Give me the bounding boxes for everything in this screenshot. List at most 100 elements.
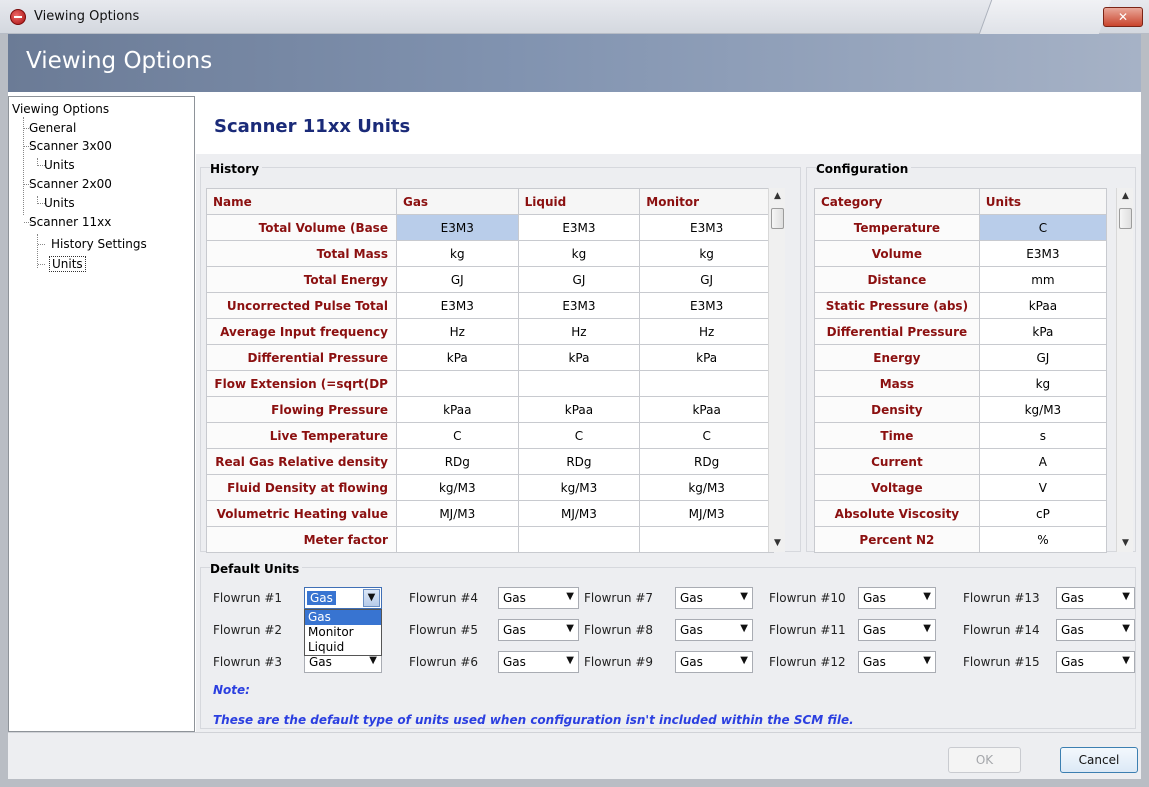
history-unit-cell[interactable] — [395, 370, 519, 397]
history-unit-cell[interactable]: GJ — [517, 266, 641, 293]
chevron-down-icon[interactable]: ▼ — [566, 655, 574, 666]
history-unit-cell[interactable]: MJ/M3 — [517, 500, 641, 527]
history-unit-cell[interactable]: kg/M3 — [517, 474, 641, 501]
chevron-down-icon[interactable]: ▼ — [363, 589, 380, 607]
history-unit-cell[interactable]: E3M3 — [639, 214, 774, 241]
chevron-down-icon[interactable]: ▼ — [1122, 623, 1130, 634]
history-unit-cell[interactable]: kg/M3 — [639, 474, 774, 501]
flowrun-unit-select[interactable]: Gas ▼ — [1056, 651, 1135, 673]
dropdown-option[interactable]: Monitor — [305, 625, 381, 640]
history-unit-cell[interactable] — [517, 370, 641, 397]
history-scrollbar[interactable]: ▲ ▼ — [768, 188, 785, 552]
configuration-unit-cell[interactable]: s — [978, 422, 1108, 449]
configuration-unit-cell[interactable]: V — [978, 474, 1108, 501]
configuration-unit-cell[interactable]: E3M3 — [978, 240, 1108, 267]
history-unit-cell[interactable]: kPa — [395, 344, 519, 371]
scroll-down-arrow-icon[interactable]: ▼ — [1117, 535, 1134, 552]
dropdown-option[interactable]: Liquid — [305, 640, 381, 655]
history-unit-cell[interactable]: GJ — [639, 266, 774, 293]
flowrun-unit-select[interactable]: Gas ▼ — [498, 587, 579, 609]
history-unit-cell[interactable]: kPaa — [517, 396, 641, 423]
scroll-up-arrow-icon[interactable]: ▲ — [1117, 188, 1134, 205]
history-unit-cell[interactable]: MJ/M3 — [639, 500, 774, 527]
tree-item-scanner-11xx-units[interactable]: Units — [49, 256, 86, 272]
history-unit-cell[interactable]: Hz — [639, 318, 774, 345]
history-unit-cell[interactable]: kPaa — [639, 396, 774, 423]
flowrun-unit-select[interactable]: Gas ▼ — [858, 651, 936, 673]
history-unit-cell[interactable]: RDg — [395, 448, 519, 475]
history-column-header[interactable]: Gas — [395, 188, 519, 215]
dropdown-option[interactable]: Gas — [305, 610, 381, 625]
flowrun-unit-select[interactable]: Gas ▼ — [675, 651, 753, 673]
configuration-unit-cell[interactable]: kg — [978, 370, 1108, 397]
flowrun-unit-select[interactable]: Gas ▼ — [675, 619, 753, 641]
configuration-unit-cell[interactable]: kPa — [978, 318, 1108, 345]
configuration-unit-cell[interactable]: kg/M3 — [978, 396, 1108, 423]
history-unit-cell[interactable]: E3M3 — [395, 214, 519, 241]
history-unit-cell[interactable]: kg — [395, 240, 519, 267]
history-unit-cell[interactable]: Hz — [517, 318, 641, 345]
configuration-unit-cell[interactable]: GJ — [978, 344, 1108, 371]
cancel-button[interactable]: Cancel — [1060, 747, 1138, 773]
history-unit-cell[interactable]: RDg — [639, 448, 774, 475]
history-unit-cell[interactable]: kPa — [639, 344, 774, 371]
history-unit-cell[interactable]: C — [517, 422, 641, 449]
chevron-down-icon[interactable]: ▼ — [1122, 655, 1130, 666]
flowrun-unit-select[interactable]: Gas ▼ — [858, 619, 936, 641]
chevron-down-icon[interactable]: ▼ — [923, 655, 931, 666]
flowrun-unit-select[interactable]: Gas ▼ — [1056, 619, 1135, 641]
close-button[interactable]: ✕ — [1103, 7, 1143, 27]
history-unit-cell[interactable]: kPa — [517, 344, 641, 371]
flowrun-unit-select[interactable]: Gas ▼ — [498, 651, 579, 673]
chevron-down-icon[interactable]: ▼ — [566, 591, 574, 602]
scroll-thumb[interactable] — [771, 208, 784, 229]
history-unit-cell[interactable] — [639, 370, 774, 397]
configuration-scrollbar[interactable]: ▲ ▼ — [1116, 188, 1133, 552]
configuration-unit-cell[interactable]: A — [978, 448, 1108, 475]
history-unit-cell[interactable]: C — [395, 422, 519, 449]
tree-item-scanner-2x00-units[interactable]: Units — [44, 196, 75, 210]
ok-button[interactable]: OK — [948, 747, 1021, 773]
chevron-down-icon[interactable]: ▼ — [740, 623, 748, 634]
history-unit-cell[interactable]: E3M3 — [639, 292, 774, 319]
chevron-down-icon[interactable]: ▼ — [923, 591, 931, 602]
tree-item-scanner-11xx[interactable]: Scanner 11xx — [29, 215, 111, 229]
history-unit-cell[interactable]: C — [639, 422, 774, 449]
configuration-unit-cell[interactable]: kPaa — [978, 292, 1108, 319]
history-unit-cell[interactable]: E3M3 — [517, 214, 641, 241]
flowrun-unit-select[interactable]: Gas ▼ — [498, 619, 579, 641]
history-unit-cell[interactable] — [395, 526, 519, 553]
configuration-unit-cell[interactable]: cP — [978, 500, 1108, 527]
history-unit-cell[interactable] — [517, 526, 641, 553]
flowrun-unit-select[interactable]: Gas ▼ — [304, 587, 382, 609]
chevron-down-icon[interactable]: ▼ — [566, 623, 574, 634]
history-unit-cell[interactable]: kPaa — [395, 396, 519, 423]
history-unit-cell[interactable]: GJ — [395, 266, 519, 293]
flowrun-unit-select[interactable]: Gas ▼ — [1056, 587, 1135, 609]
history-unit-cell[interactable]: kg — [639, 240, 774, 267]
chevron-down-icon[interactable]: ▼ — [1122, 591, 1130, 602]
tree-item-scanner-3x00-units[interactable]: Units — [44, 158, 75, 172]
configuration-column-header[interactable]: Category — [814, 188, 980, 215]
configuration-unit-cell[interactable]: % — [978, 526, 1108, 553]
history-unit-cell[interactable]: kg/M3 — [395, 474, 519, 501]
tree-item-viewing-options[interactable]: Viewing Options — [12, 102, 109, 116]
scroll-thumb[interactable] — [1119, 208, 1132, 229]
chevron-down-icon[interactable]: ▼ — [740, 655, 748, 666]
configuration-unit-cell[interactable]: C — [978, 214, 1108, 241]
configuration-unit-cell[interactable]: mm — [978, 266, 1108, 293]
flowrun-unit-select[interactable]: Gas ▼ — [858, 587, 936, 609]
tree-item-history-settings[interactable]: History Settings — [51, 237, 147, 251]
history-column-header[interactable]: Liquid — [517, 188, 641, 215]
scroll-up-arrow-icon[interactable]: ▲ — [769, 188, 786, 205]
tree-item-scanner-3x00[interactable]: Scanner 3x00 — [29, 139, 112, 153]
history-unit-cell[interactable]: E3M3 — [517, 292, 641, 319]
history-column-header[interactable]: Monitor — [639, 188, 774, 215]
history-unit-cell[interactable]: Hz — [395, 318, 519, 345]
chevron-down-icon[interactable]: ▼ — [923, 623, 931, 634]
scroll-down-arrow-icon[interactable]: ▼ — [769, 535, 786, 552]
history-unit-cell[interactable]: MJ/M3 — [395, 500, 519, 527]
history-unit-cell[interactable]: RDg — [517, 448, 641, 475]
tree-item-scanner-2x00[interactable]: Scanner 2x00 — [29, 177, 112, 191]
configuration-column-header[interactable]: Units — [978, 188, 1108, 215]
